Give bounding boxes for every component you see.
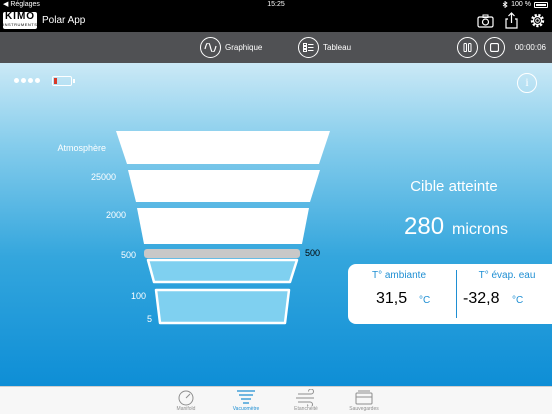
funnel-icon [237, 390, 255, 404]
evap-temp-unit: °C [512, 295, 524, 306]
temperature-card: T° ambiante 31,5 °C T° évap. eau -32,8 °… [348, 264, 552, 324]
stop-button[interactable] [484, 37, 505, 58]
status-right: 100 % [502, 0, 548, 9]
tab-label: Sauvegardes [349, 406, 379, 412]
status-battery-icon [534, 1, 548, 8]
header-actions [477, 12, 546, 29]
tab-etancheite[interactable]: Etanchéité [286, 389, 326, 412]
current-level-marker [144, 249, 300, 258]
pause-icon [457, 37, 478, 58]
tab-label: Vacuomètre [232, 406, 260, 412]
tab-manifold[interactable]: Manifold [166, 389, 206, 412]
ambient-temp-unit: °C [419, 295, 431, 306]
status-bar: ◀ Réglages 15:25 100 % [0, 0, 552, 9]
ambient-temp-title: T° ambiante [371, 270, 427, 281]
wind-icon [296, 389, 314, 406]
vacuum-reading: 280 microns [404, 213, 508, 241]
table-label: Tableau [323, 43, 352, 52]
tab-vacuometre[interactable]: Vacuomètre [226, 389, 266, 412]
evaporation-temperature: T° évap. eau -32,8 °C [456, 264, 552, 324]
archive-icon [355, 390, 373, 405]
level-label-500: 500 [120, 250, 136, 260]
bottom-tab-bar: Manifold Vacuomètre Etanchéité Sauvegard… [0, 386, 552, 414]
level-atmosphere-bar [116, 131, 330, 164]
logo-subtext: INSTRUMENTS [3, 22, 38, 27]
ambient-temp-value: 31,5 [376, 290, 408, 307]
camera-button[interactable] [477, 12, 494, 29]
evap-temp-value: -32,8 [463, 290, 500, 307]
graph-icon [200, 37, 221, 58]
graph-button[interactable]: Graphique [200, 37, 262, 58]
level-label-atmosphere: Atmosphère [57, 143, 106, 153]
reading-unit: microns [452, 221, 509, 238]
pause-button[interactable] [457, 37, 478, 58]
share-button[interactable] [503, 12, 520, 29]
tab-label: Etanchéité [294, 406, 318, 412]
app-header: KIMO INSTRUMENTS Polar App [0, 9, 552, 32]
level-25000-bar [128, 170, 320, 202]
logo-text: KIMO [4, 11, 36, 22]
level-500-bar [146, 258, 299, 284]
stop-icon [484, 37, 505, 58]
level-label-25000: 25000 [90, 172, 116, 182]
graph-label: Graphique [225, 43, 263, 52]
gear-icon [530, 13, 545, 28]
level-100-bar [154, 288, 291, 325]
vacuum-gauge-panel: i Atmosphère 25000 2000 500 500 100 5 Ci… [0, 63, 552, 386]
level-label-2000: 2000 [105, 210, 126, 220]
elapsed-timer: 00:00:06 [514, 43, 546, 52]
ambient-temperature: T° ambiante 31,5 °C [348, 264, 450, 324]
tab-label: Manifold [176, 406, 196, 412]
battery-percent: 100 % [511, 1, 531, 8]
level-label-5: 5 [146, 314, 152, 324]
status-time: 15:25 [267, 1, 285, 8]
table-button[interactable]: Tableau [298, 37, 351, 58]
reading-value: 280 [404, 213, 445, 240]
kimo-logo: KIMO INSTRUMENTS [3, 12, 37, 29]
gauge-icon [178, 390, 194, 406]
toolbar: Graphique Tableau 00:00:06 [0, 32, 552, 63]
current-level-value: 500 [305, 248, 321, 258]
level-label-100: 100 [130, 291, 146, 301]
share-icon [505, 12, 518, 29]
status-message: Cible atteinte [410, 178, 498, 195]
level-2000-bar [137, 208, 309, 244]
camera-icon [477, 14, 494, 28]
bluetooth-icon [502, 1, 508, 8]
app-title: Polar App [42, 15, 86, 26]
table-icon [298, 37, 319, 58]
settings-button[interactable] [529, 12, 546, 29]
tab-sauvegardes[interactable]: Sauvegardes [344, 389, 384, 412]
evap-temp-title: T° évap. eau [478, 270, 536, 281]
